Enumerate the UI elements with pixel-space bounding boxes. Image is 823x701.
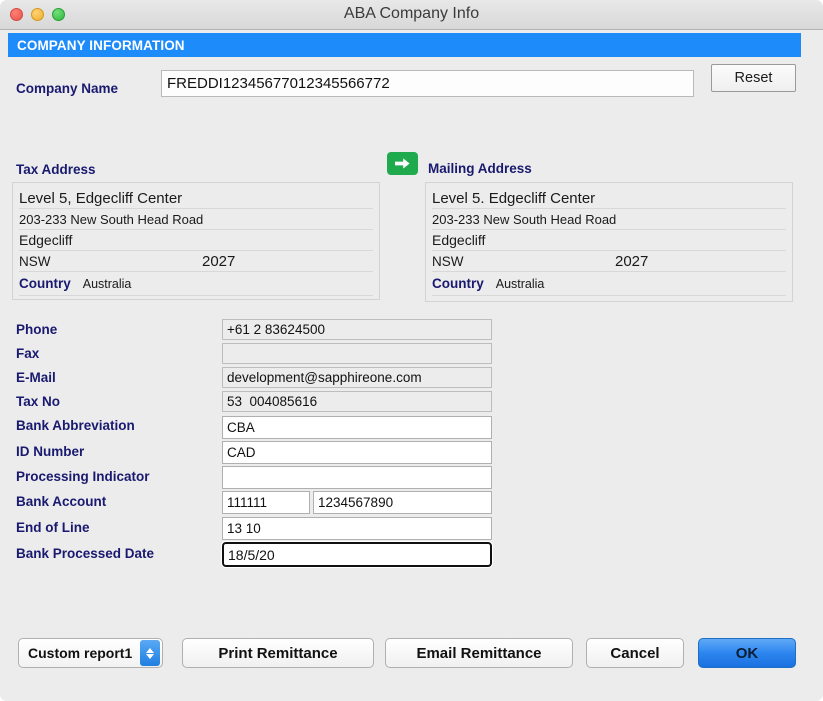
- end-of-line-label: End of Line: [16, 520, 90, 535]
- tax-address-country-label: Country: [19, 276, 71, 291]
- chevron-down-icon: [146, 653, 154, 659]
- tax-address-country-row: Country Australia: [19, 272, 373, 296]
- processing-indicator-label: Processing Indicator: [16, 469, 150, 484]
- id-number-input[interactable]: [222, 441, 492, 464]
- mailing-address-box: Level 5. Edgecliff Center 203-233 New So…: [425, 182, 793, 302]
- tax-address-country-value[interactable]: Australia: [83, 277, 132, 291]
- tax-address-line2[interactable]: 203-233 New South Head Road: [19, 209, 373, 230]
- phone-label: Phone: [16, 322, 58, 337]
- print-remittance-button[interactable]: Print Remittance: [182, 638, 374, 668]
- chevron-up-icon: [146, 647, 154, 653]
- aba-company-info-window: ABA Company Info COMPANY INFORMATION Com…: [0, 0, 823, 701]
- bank-processed-date-input[interactable]: [221, 541, 493, 568]
- fax-label: Fax: [16, 346, 40, 361]
- mailing-address-line2[interactable]: 203-233 New South Head Road: [432, 209, 786, 230]
- bank-account-label: Bank Account: [16, 494, 107, 509]
- mailing-address-state[interactable]: NSW: [432, 251, 609, 272]
- bank-processed-date-label: Bank Processed Date: [16, 546, 155, 561]
- window-title: ABA Company Info: [343, 5, 480, 22]
- bank-abbreviation-input[interactable]: [222, 416, 492, 439]
- mailing-address-postcode[interactable]: 2027: [609, 251, 786, 272]
- company-name-row: Company Name: [0, 70, 823, 110]
- tax-address-title: Tax Address: [16, 162, 96, 177]
- mailing-address-country-row: Country Australia: [432, 272, 786, 296]
- tax-address-postcode[interactable]: 2027: [196, 251, 373, 272]
- tax-address-state-row: NSW 2027: [19, 251, 373, 272]
- window-titlebar: ABA Company Info: [0, 0, 823, 30]
- email-label: E-Mail: [16, 370, 56, 385]
- bank-abbreviation-label: Bank Abbreviation: [16, 418, 135, 433]
- mailing-address-line1[interactable]: Level 5. Edgecliff Center: [432, 188, 786, 209]
- tax-address-state[interactable]: NSW: [19, 251, 196, 272]
- ok-button[interactable]: OK: [698, 638, 796, 668]
- mailing-address-title: Mailing Address: [428, 161, 532, 176]
- dialog-content: COMPANY INFORMATION Company Name Reset T…: [0, 30, 823, 701]
- mailing-address-country-value[interactable]: Australia: [496, 277, 545, 291]
- reset-button[interactable]: Reset: [711, 64, 796, 92]
- phone-input[interactable]: [222, 319, 492, 340]
- dialog-button-bar: Custom report1 Print Remittance Email Re…: [0, 638, 823, 670]
- tax-address-box: Level 5, Edgecliff Center 203-233 New So…: [12, 182, 380, 300]
- tax-no-label: Tax No: [16, 394, 61, 409]
- tax-address-line3[interactable]: Edgecliff: [19, 230, 373, 251]
- tax-address-line1[interactable]: Level 5, Edgecliff Center: [19, 188, 373, 209]
- copy-address-arrow-icon[interactable]: [387, 152, 418, 175]
- report-select-value: Custom report1: [28, 645, 133, 661]
- mailing-address-country-label: Country: [432, 276, 484, 291]
- company-name-label: Company Name: [16, 81, 119, 96]
- section-banner: COMPANY INFORMATION: [8, 33, 801, 57]
- email-input[interactable]: [222, 367, 492, 388]
- cancel-button[interactable]: Cancel: [586, 638, 684, 668]
- mailing-address-line3[interactable]: Edgecliff: [432, 230, 786, 251]
- report-select-stepper-icon[interactable]: [140, 640, 160, 666]
- processing-indicator-input[interactable]: [222, 466, 492, 489]
- report-select-popup[interactable]: Custom report1: [18, 638, 163, 668]
- bank-account-bsb-input[interactable]: [222, 491, 310, 514]
- end-of-line-input[interactable]: [222, 517, 492, 540]
- tax-no-input[interactable]: [222, 391, 492, 412]
- mailing-address-state-row: NSW 2027: [432, 251, 786, 272]
- company-name-input[interactable]: [161, 70, 694, 97]
- email-remittance-button[interactable]: Email Remittance: [385, 638, 573, 668]
- bank-account-number-input[interactable]: [313, 491, 492, 514]
- id-number-label: ID Number: [16, 444, 85, 459]
- fax-input[interactable]: [222, 343, 492, 364]
- section-banner-label: COMPANY INFORMATION: [17, 37, 185, 53]
